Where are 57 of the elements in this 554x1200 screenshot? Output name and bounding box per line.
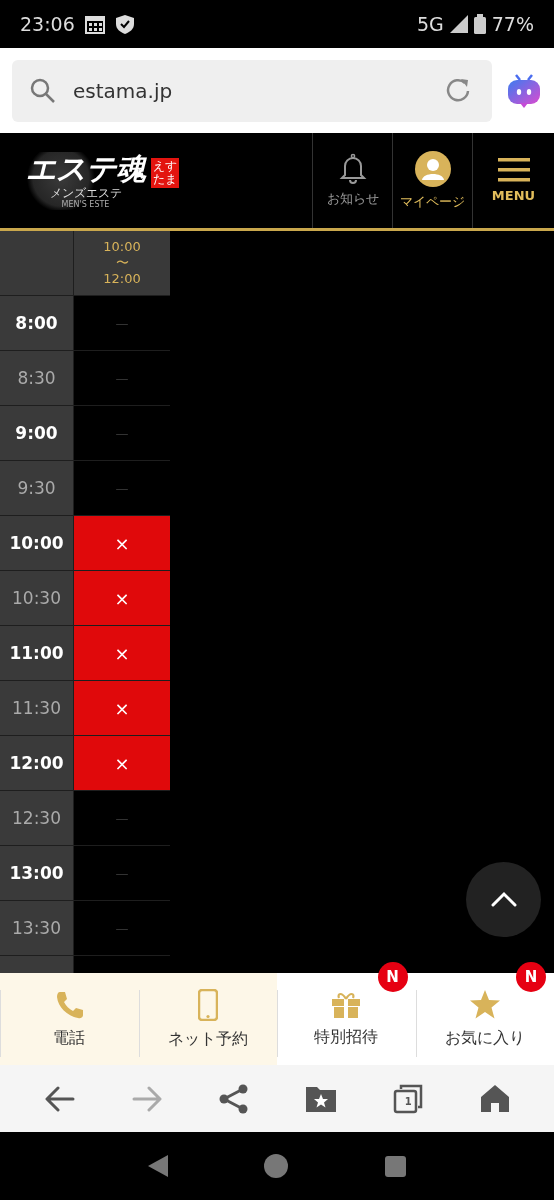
column-header: 10:00 〜 12:00 [74,231,170,295]
booked-slot: × [74,516,170,570]
bookmark-folder-icon[interactable] [304,1084,337,1113]
nav-link[interactable]: MENU [491,188,536,203]
signal-icon [449,15,468,33]
empty-slot: — [74,791,170,845]
menu-icon [497,158,530,182]
smartphone-icon [197,988,218,1021]
address-field[interactable]: estama.jp [12,59,492,122]
nav-tab[interactable]: 電話 [0,973,139,1065]
time-label: 10:00 [0,516,73,570]
tabs-icon [392,1083,423,1114]
tabs-button[interactable]: 1 [392,1083,423,1114]
calendar-icon [84,14,105,34]
share-icon[interactable] [218,1083,249,1114]
shield-icon [114,13,135,35]
time-label: 8:00 [0,296,73,350]
time-label: 11:30 [0,681,73,735]
time-label: 12:00 [0,736,73,790]
time-label: 9:00 [0,406,73,460]
nav-link[interactable]: マイページ [400,192,465,211]
booked-slot: × [74,626,170,680]
time-label: 11:00 [0,626,73,680]
network-label: 5G [416,13,444,35]
back-icon[interactable] [148,1155,169,1177]
nav-tab[interactable]: ネット予約 [138,973,277,1065]
booked-slot: × [74,571,170,625]
time-label: 12:30 [0,791,73,845]
search-icon [30,78,55,103]
phone-icon [54,989,85,1020]
booked-slot: × [74,736,170,790]
empty-slot: — [74,901,170,955]
empty-slot: — [74,406,170,460]
back-icon[interactable] [44,1084,75,1113]
nav-link[interactable]: お知らせ [326,190,379,208]
time-label: 8:30 [0,351,73,405]
time-label: 13:00 [0,846,73,900]
avatar-icon [414,150,451,187]
home-icon[interactable] [479,1084,510,1113]
battery-icon [473,14,486,34]
chevron-up-icon [490,891,517,908]
home-icon[interactable] [264,1154,289,1178]
time-label: 10:30 [0,571,73,625]
clock: 23:06 [20,13,75,35]
battery-level: 77% [491,13,534,35]
assistant-icon[interactable] [506,72,542,109]
star-icon [468,989,501,1020]
recents-icon[interactable] [384,1155,406,1177]
empty-slot: — [74,461,170,515]
gift-icon [331,990,362,1019]
empty-slot: — [74,296,170,350]
empty-slot: — [74,351,170,405]
bell-icon [338,153,367,184]
time-label: 13:30 [0,901,73,955]
booked-slot: × [74,681,170,735]
time-label: 9:30 [0,461,73,515]
empty-slot: — [74,846,170,900]
